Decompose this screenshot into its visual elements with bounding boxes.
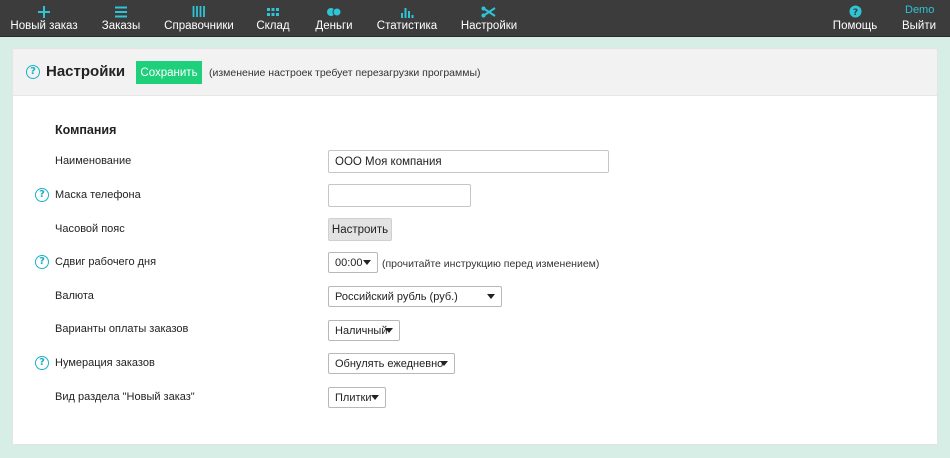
logout-button[interactable]: Выйти [902,0,936,37]
logout-label: Выйти [901,20,937,32]
grid-icon [266,3,280,20]
company-name-input[interactable] [328,150,609,173]
help-icon[interactable]: ? [35,255,49,269]
coins-icon [326,3,342,20]
nav-item-label: Заказы [101,20,141,32]
payment-options-value: Наличный [335,324,388,337]
nav-item-directories[interactable]: Справочники [164,0,234,37]
company-name-label: Наименование [55,155,132,167]
panel-header: ? Настройки Сохранить (изменение настрое… [13,49,937,96]
nav-item-orders[interactable]: Заказы [100,0,142,37]
save-button[interactable]: Сохранить [136,61,202,84]
bar-chart-icon [400,3,414,20]
nav-item-settings[interactable]: Настройки [460,0,518,37]
payment-options-label: Варианты оплаты заказов [55,323,189,335]
section-title: Компания [55,123,117,137]
order-numbering-value: Обнулять ежедневно [335,357,444,370]
nav-item-label: Статистика [376,20,438,32]
currency-label: Валюта [55,290,94,302]
restart-hint: (изменение настроек требует перезагрузки… [209,67,481,79]
nav-item-label: Настройки [460,20,518,32]
page-title: Настройки [46,63,126,80]
plus-icon [37,3,51,20]
currency-select[interactable]: Российский рубль (руб.) [328,286,502,307]
help-circle-icon: ? [849,3,862,20]
chevron-down-icon [487,294,495,299]
nav-item-statistics[interactable]: Статистика [376,0,438,37]
timezone-configure-button[interactable]: Настроить [328,218,392,241]
columns-icon [192,3,206,20]
settings-panel: ? Настройки Сохранить (изменение настрое… [12,48,938,445]
nav-item-label: Деньги [315,20,353,32]
currency-value: Российский рубль (руб.) [335,290,458,303]
nav-item-label: Новый заказ [10,20,78,32]
timezone-label: Часовой пояс [55,223,125,235]
order-numbering-label: Нумерация заказов [55,357,155,369]
chevron-down-icon [385,328,393,333]
wrench-icon [481,3,497,20]
phone-mask-input[interactable] [328,184,471,207]
chevron-down-icon [440,361,448,366]
nav-item-money[interactable]: Деньги [315,0,353,37]
day-shift-label: Сдвиг рабочего дня [55,256,157,268]
new-order-view-label: Вид раздела "Новый заказ" [55,391,195,403]
day-shift-value: 00:00 [335,256,363,269]
chevron-down-icon [371,395,379,400]
nav-item-label: Справочники [164,20,234,32]
nav-item-label: Склад [256,20,290,32]
day-shift-note: (прочитайте инструкцию перед изменением) [382,258,600,270]
help-icon[interactable]: ? [26,65,40,79]
nav-item-new-order[interactable]: Новый заказ [10,0,78,37]
help-icon[interactable]: ? [35,356,49,370]
help-icon[interactable]: ? [35,188,49,202]
phone-mask-label: Маска телефона [55,189,141,201]
nav-item-help[interactable]: ? Помощь [832,0,878,37]
list-icon [114,3,128,20]
nav-item-label: Помощь [832,20,878,32]
svg-text:?: ? [852,8,857,18]
chevron-down-icon [363,260,371,265]
new-order-view-value: Плитки [335,391,372,404]
order-numbering-select[interactable]: Обнулять ежедневно [328,353,455,374]
payment-options-select[interactable]: Наличный [328,320,400,341]
nav-item-warehouse[interactable]: Склад [255,0,291,37]
day-shift-select[interactable]: 00:00 [328,252,378,273]
top-nav-bar: Новый заказ Заказы Справочники Склад Ден… [0,0,950,37]
new-order-view-select[interactable]: Плитки [328,387,386,408]
